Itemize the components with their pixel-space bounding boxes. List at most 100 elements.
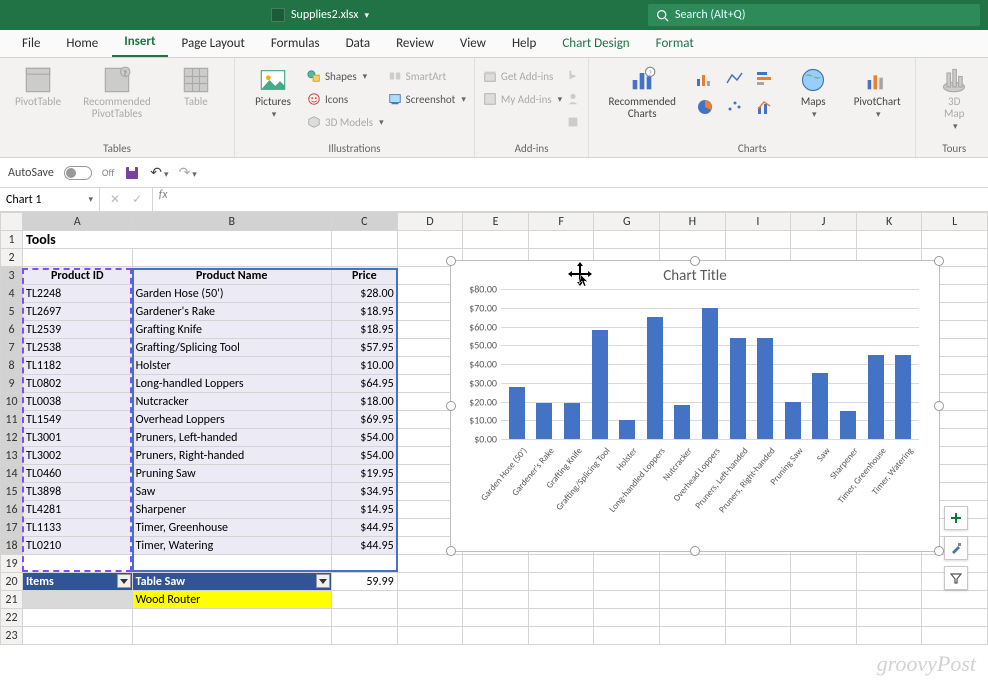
chart-bar[interactable] <box>812 373 828 439</box>
ribbon-tabs: File Home Insert Page Layout Formulas Da… <box>0 30 988 58</box>
chart-x-label: Pruning Saw <box>790 441 800 453</box>
chart-bar[interactable] <box>564 403 580 439</box>
filter-button[interactable] <box>316 574 330 588</box>
chart-bar[interactable] <box>674 405 690 439</box>
tab-review[interactable]: Review <box>384 31 446 57</box>
ribbon-body: PivotTable ?Recommended PivotTables Tabl… <box>0 58 988 158</box>
visio-addin-button[interactable] <box>566 112 580 132</box>
chart-bar[interactable] <box>785 402 801 439</box>
bar-chart-button[interactable] <box>751 66 779 92</box>
3d-map-button[interactable]: 3D Map▾ <box>924 62 984 132</box>
tab-help[interactable]: Help <box>500 31 548 57</box>
chart-bar[interactable] <box>536 403 552 439</box>
chart-bar[interactable] <box>895 355 911 439</box>
tab-data[interactable]: Data <box>334 31 383 57</box>
chart-bar[interactable] <box>509 387 525 440</box>
tab-format[interactable]: Format <box>644 31 706 57</box>
chart-elements-button[interactable] <box>944 506 968 530</box>
worksheet-area[interactable]: A B C DE FG HI JK L 1Tools 2 3Product ID… <box>0 212 988 645</box>
chart-bar[interactable] <box>757 338 773 439</box>
chart-bar[interactable] <box>619 420 635 439</box>
group-charts-label: Charts <box>597 140 907 157</box>
formula-input[interactable] <box>173 188 988 211</box>
tab-formulas[interactable]: Formulas <box>259 31 332 57</box>
name-box[interactable]: Chart 1▾ <box>0 188 100 211</box>
column-chart-button[interactable] <box>691 66 719 92</box>
rec-charts-button[interactable]: ?Recommended Charts <box>597 62 687 120</box>
search-placeholder: Search (Alt+Q) <box>675 8 746 22</box>
col-headers[interactable]: A B C DE FG HI JK L <box>1 213 988 231</box>
addins-icon <box>483 92 497 106</box>
tab-file[interactable]: File <box>10 31 52 57</box>
chart-type-grid <box>691 62 779 120</box>
autosave-toggle[interactable] <box>64 166 92 180</box>
chart-bar[interactable] <box>840 411 856 439</box>
chart-bar[interactable] <box>730 338 746 439</box>
search-icon <box>656 9 669 22</box>
formula-ops: ✕✓ <box>100 188 153 211</box>
combo-chart-button[interactable] <box>751 94 779 120</box>
pictures-button[interactable]: Pictures▾ <box>243 62 303 120</box>
chart-filters-button[interactable] <box>944 566 968 590</box>
maps-button[interactable]: Maps▾ <box>783 62 843 120</box>
chart-x-label: Pruners, Left-handed <box>735 441 745 453</box>
bing-icon <box>566 69 580 83</box>
visio-icon <box>566 115 580 129</box>
fx-icon[interactable]: fx <box>153 188 173 211</box>
scatter-chart-button[interactable] <box>721 94 749 120</box>
smartart-button[interactable]: SmartArt <box>388 66 466 86</box>
chart-plot-area[interactable]: $0.00$10.00$20.00$30.00$40.00$50.00$60.0… <box>501 289 919 439</box>
chart-object[interactable]: Chart Title $0.00$10.00$20.00$30.00$40.0… <box>450 260 940 552</box>
svg-text:?: ? <box>124 68 127 77</box>
chart-x-label: Long-handled Loppers <box>652 441 662 453</box>
icons-button[interactable]: Icons <box>307 89 384 109</box>
select-all-corner[interactable] <box>1 213 23 231</box>
screenshot-button[interactable]: Screenshot▾ <box>388 89 466 109</box>
undo-button[interactable]: ↶▾ <box>150 164 168 181</box>
my-addins-button[interactable]: My Add-ins▾ <box>483 89 562 109</box>
cube-icon <box>307 115 321 129</box>
table-button[interactable]: Table <box>166 62 226 108</box>
get-addins-button[interactable]: Get Add-ins <box>483 66 562 86</box>
chart-x-label: Nutcracker <box>680 441 690 453</box>
save-icon[interactable] <box>124 165 140 181</box>
chart-bar[interactable] <box>702 308 718 439</box>
formula-bar-row: Chart 1▾ ✕✓ fx <box>0 188 988 212</box>
rec-pivottables-button[interactable]: ?Recommended PivotTables <box>72 62 162 120</box>
quick-access-toolbar: AutoSave Off ↶▾ ↷▾ <box>0 158 988 188</box>
store-icon <box>483 69 497 83</box>
enter-icon[interactable]: ✓ <box>132 192 142 207</box>
brush-icon <box>949 541 963 555</box>
shapes-button[interactable]: Shapes▾ <box>307 66 384 86</box>
cancel-icon[interactable]: ✕ <box>110 192 120 207</box>
chart-x-label: Holster <box>625 441 635 453</box>
tab-insert[interactable]: Insert <box>112 29 167 57</box>
3d-models-button[interactable]: 3D Models▾ <box>307 112 384 132</box>
tab-home[interactable]: Home <box>54 31 110 57</box>
bing-addin-button[interactable] <box>566 66 580 86</box>
tab-view[interactable]: View <box>448 31 498 57</box>
chart-x-label: Timer, Watering <box>901 441 911 453</box>
pie-chart-button[interactable] <box>691 94 719 120</box>
filename: Supplies2.xlsx <box>291 8 358 22</box>
redo-button[interactable]: ↷▾ <box>179 164 197 181</box>
pivotchart-button[interactable]: PivotChart▾ <box>847 62 907 120</box>
people-addin-button[interactable] <box>566 89 580 109</box>
pivottable-button[interactable]: PivotTable <box>8 62 68 108</box>
chart-bar[interactable] <box>592 330 608 439</box>
doc-icon <box>271 8 285 22</box>
tab-chart-design[interactable]: Chart Design <box>550 31 641 57</box>
chart-bar[interactable] <box>647 317 663 439</box>
chart-bar[interactable] <box>868 355 884 439</box>
filter-button[interactable] <box>117 574 131 588</box>
chart-x-label: Pruners, Right-handed <box>763 441 773 453</box>
icons-icon <box>307 92 321 106</box>
chart-x-label: Saw <box>818 441 828 453</box>
search-box[interactable]: Search (Alt+Q) <box>648 4 980 26</box>
line-chart-button[interactable] <box>721 66 749 92</box>
chart-styles-button[interactable] <box>944 536 968 560</box>
screenshot-icon <box>388 92 402 106</box>
tab-pagelayout[interactable]: Page Layout <box>170 31 257 57</box>
people-icon <box>566 92 580 106</box>
group-tables-label: Tables <box>8 140 226 157</box>
